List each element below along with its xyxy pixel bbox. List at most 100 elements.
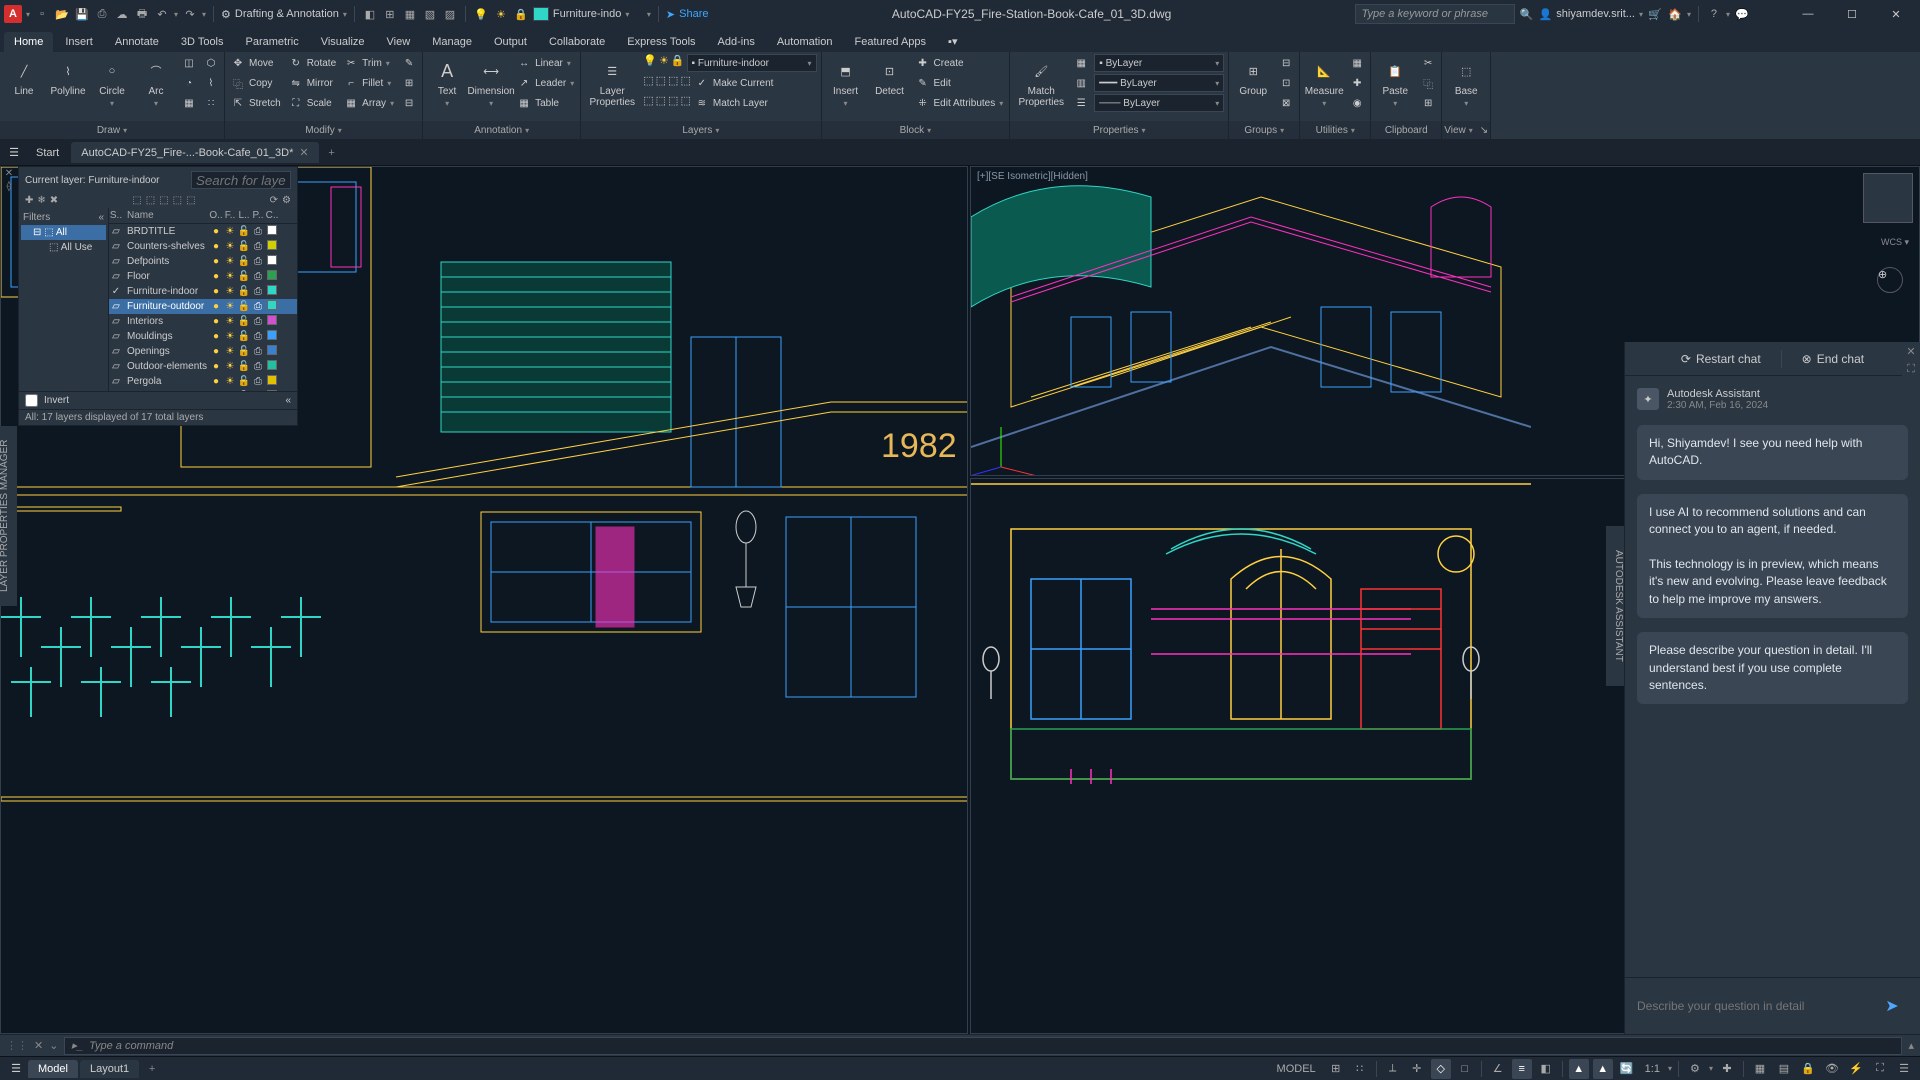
- group-extra-2[interactable]: ⊡: [1277, 74, 1295, 92]
- ribbon-tab-visualize[interactable]: Visualize: [311, 32, 375, 52]
- util-extra-2[interactable]: ✚: [1348, 74, 1366, 92]
- cmdline-history-icon[interactable]: ▴: [1908, 1039, 1914, 1052]
- array-tool[interactable]: ▦Array▾: [342, 94, 396, 112]
- quickprops-icon[interactable]: ▤: [1774, 1059, 1794, 1079]
- layer-quickselect[interactable]: Furniture-indo ▾: [553, 8, 643, 20]
- hardware-accel-icon[interactable]: ⚡: [1846, 1059, 1866, 1079]
- line-tool[interactable]: ╱Line: [4, 54, 44, 97]
- draw-extra-1[interactable]: ◫: [180, 54, 198, 72]
- stretch-tool[interactable]: ⇱Stretch: [229, 94, 283, 112]
- layer-row[interactable]: ▱Counters-shelves●☀🔓⎙: [109, 239, 297, 254]
- draw-extra-3[interactable]: ▦: [180, 94, 198, 112]
- linear-dim-tool[interactable]: ↔Linear▾: [515, 54, 576, 72]
- workspace-switcher[interactable]: ⚙ Drafting & Annotation ▾: [221, 8, 347, 21]
- osnap-toggle[interactable]: □: [1455, 1059, 1475, 1079]
- send-icon[interactable]: ➤: [1876, 990, 1908, 1022]
- layer-row[interactable]: ▱Floor●☀🔓⎙: [109, 269, 297, 284]
- copy-tool[interactable]: ⿻Copy: [229, 74, 283, 92]
- draw-extra-4[interactable]: ⬡: [202, 54, 220, 72]
- linetype-dropdown[interactable]: ─── ByLayer▾: [1094, 94, 1224, 112]
- layer-tools-dropdown[interactable]: ▾: [647, 10, 651, 19]
- qat-icon-2[interactable]: ⊞: [382, 6, 398, 22]
- modify-extra-2[interactable]: ⊞: [400, 74, 418, 92]
- home-dropdown[interactable]: ▾: [1687, 10, 1691, 19]
- layer-row[interactable]: ▱Openings●☀🔓⎙: [109, 344, 297, 359]
- layer-row[interactable]: ✓Furniture-indoor●☀🔓⎙: [109, 284, 297, 299]
- layer-tool-icon-a[interactable]: ⬚: [159, 195, 168, 206]
- rotate-tool[interactable]: ↻Rotate: [287, 54, 338, 72]
- ribbon-tab-insert[interactable]: Insert: [55, 32, 103, 52]
- search-icon[interactable]: 🔍: [1519, 6, 1535, 22]
- layer-row[interactable]: ▱BRDTITLE●☀🔓⎙: [109, 224, 297, 239]
- share-button[interactable]: ➤ Share: [666, 8, 709, 21]
- scale-ratio[interactable]: 1:1: [1641, 1063, 1664, 1075]
- grid-toggle[interactable]: ⊞: [1326, 1059, 1346, 1079]
- paste-button[interactable]: 📋Paste▾: [1375, 54, 1415, 108]
- redo-dropdown-icon[interactable]: ▾: [202, 10, 206, 19]
- ribbon-overflow-icon[interactable]: ▪▾: [938, 31, 967, 52]
- save-icon[interactable]: 💾: [74, 6, 90, 22]
- ribbon-tab-3d-tools[interactable]: 3D Tools: [171, 32, 234, 52]
- app-logo[interactable]: A: [4, 5, 22, 23]
- current-layer-dropdown[interactable]: ▪ Furniture-indoor▾: [687, 54, 817, 72]
- layer-color-swatch[interactable]: [533, 7, 549, 21]
- layer-tool-2[interactable]: ⬚: [656, 74, 666, 92]
- saveas-icon[interactable]: ⎙: [94, 6, 110, 22]
- polyline-tool[interactable]: ⌇Polyline: [48, 54, 88, 97]
- canvas-area[interactable]: 1982 [+][SE Isometric][Hidden]: [0, 166, 1920, 1034]
- sun-icon[interactable]: ☀: [493, 6, 509, 22]
- new-icon[interactable]: ▫: [34, 6, 50, 22]
- user-menu[interactable]: 👤 shiyamdev.srit... ▾: [1539, 8, 1643, 21]
- measure-button[interactable]: 📐Measure▾: [1304, 54, 1344, 108]
- fillet-tool[interactable]: ⌐Fillet▾: [342, 74, 396, 92]
- chat-expand-icon[interactable]: ⛶: [1902, 360, 1920, 378]
- layer-tool-3[interactable]: ⬚: [668, 74, 678, 92]
- annotation-monitor-icon[interactable]: ✚: [1717, 1059, 1737, 1079]
- layer-row[interactable]: ▱Pergola●☀🔓⎙: [109, 374, 297, 389]
- layer-row[interactable]: ▱Mouldings●☀🔓⎙: [109, 329, 297, 344]
- modify-extra-1[interactable]: ✎: [400, 54, 418, 72]
- util-extra-1[interactable]: ▦: [1348, 54, 1366, 72]
- cmdline-grip-icon[interactable]: ⋮⋮: [6, 1039, 28, 1052]
- layer-row[interactable]: ▱Outdoor-elements●☀🔓⎙: [109, 359, 297, 374]
- sc-toggle-1[interactable]: ▲: [1569, 1059, 1589, 1079]
- base-view-button[interactable]: ⬚Base▾: [1446, 54, 1486, 108]
- layer-search-input[interactable]: [191, 171, 291, 189]
- assistant-title-bar[interactable]: AUTODESK ASSISTANT: [1606, 526, 1624, 686]
- circle-tool[interactable]: ○Circle▾: [92, 54, 132, 108]
- annoscale-toggle[interactable]: 🔄: [1617, 1059, 1637, 1079]
- layer-tool-icon-b[interactable]: ⬚: [173, 195, 182, 206]
- units-icon[interactable]: ▦: [1750, 1059, 1770, 1079]
- filter-all-used[interactable]: ⬚ All Use: [21, 240, 106, 255]
- layer-tool-4[interactable]: ⬚: [680, 74, 690, 92]
- new-layout-button[interactable]: +: [141, 1058, 163, 1080]
- ribbon-tab-view[interactable]: View: [377, 32, 421, 52]
- ortho-toggle[interactable]: ⟂: [1383, 1059, 1403, 1079]
- ribbon-tab-home[interactable]: Home: [4, 32, 53, 52]
- lineweight-toggle[interactable]: ≡: [1512, 1059, 1532, 1079]
- new-tab-button[interactable]: +: [321, 142, 343, 164]
- app-home-icon[interactable]: 🏠: [1667, 6, 1683, 22]
- undo-icon[interactable]: ↶: [154, 6, 170, 22]
- collapse-icon[interactable]: «: [285, 395, 291, 406]
- group-button[interactable]: ⊞Group: [1233, 54, 1273, 97]
- transparency-toggle[interactable]: ◧: [1536, 1059, 1556, 1079]
- ribbon-tab-express-tools[interactable]: Express Tools: [617, 32, 705, 52]
- draw-extra-5[interactable]: ⌇: [202, 74, 220, 92]
- settings-icon[interactable]: ⚙: [282, 195, 291, 206]
- delete-layer-icon[interactable]: ✖: [50, 195, 58, 206]
- leader-tool[interactable]: ↗Leader▾: [515, 74, 576, 92]
- layer-tool-6[interactable]: ⬚: [656, 94, 666, 112]
- new-layer-freeze-icon[interactable]: ❄: [37, 195, 45, 206]
- qat-icon-3[interactable]: ▦: [402, 6, 418, 22]
- new-layer-icon[interactable]: ✚: [25, 195, 33, 206]
- edit-attributes-button[interactable]: ⁜Edit Attributes▾: [914, 94, 1006, 112]
- layer-row[interactable]: ▱Interiors●☀🔓⎙: [109, 314, 297, 329]
- otrack-toggle[interactable]: ∠: [1488, 1059, 1508, 1079]
- tab-start[interactable]: Start: [26, 143, 69, 163]
- plot-icon[interactable]: 🖶: [134, 6, 150, 22]
- end-chat-button[interactable]: ⊗End chat: [1802, 352, 1864, 366]
- invert-filter-checkbox[interactable]: [25, 394, 38, 407]
- polar-toggle[interactable]: ✛: [1407, 1059, 1427, 1079]
- viewcube[interactable]: [1863, 173, 1913, 223]
